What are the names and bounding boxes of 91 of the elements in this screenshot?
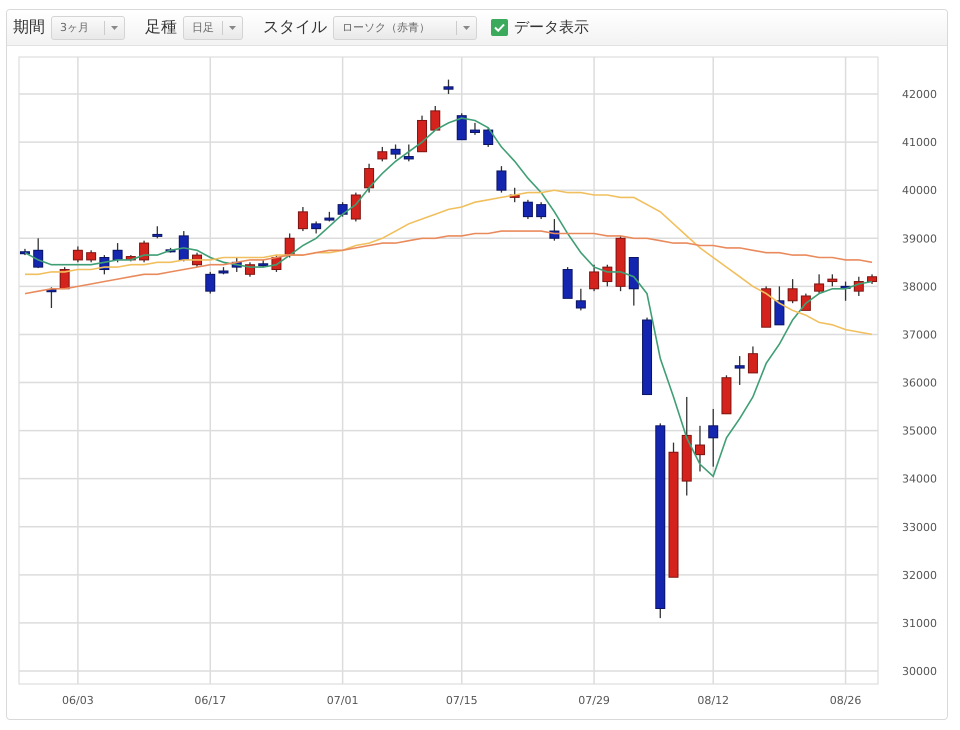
y-axis-label: 36000 (902, 376, 937, 390)
candlestick (774, 286, 784, 326)
candlestick (20, 248, 30, 256)
y-axis-label: 38000 (902, 280, 937, 294)
candlestick (258, 260, 268, 268)
field-label: 期間 (13, 17, 45, 38)
candlestick (112, 243, 123, 262)
candlestick (404, 144, 414, 162)
caret-icon (229, 26, 236, 30)
candlestick (390, 144, 401, 159)
candlestick (456, 113, 467, 140)
candlestick (854, 276, 864, 296)
candlestick (522, 200, 533, 220)
candlestick (549, 219, 560, 241)
x-axis-label: 07/15 (446, 694, 478, 707)
candlestick (350, 192, 361, 222)
candlestick (602, 264, 612, 286)
candlestick (178, 231, 189, 262)
candlestick (324, 212, 334, 222)
candlestick (510, 188, 520, 202)
candlestick (576, 288, 586, 310)
candlestick (444, 80, 454, 94)
y-axis-label: 34000 (902, 472, 937, 486)
candlestick (616, 236, 626, 292)
candlestick (166, 248, 176, 253)
candlestick (562, 267, 573, 299)
checkbox-label[interactable]: データ表示 (514, 18, 589, 37)
candlestick (364, 164, 374, 193)
y-axis-label: 35000 (902, 424, 937, 438)
candlestick (284, 233, 295, 258)
candlestick (589, 264, 600, 292)
candlestick (867, 274, 878, 284)
y-axis-label: 40000 (902, 184, 937, 198)
y-axis-label: 30000 (902, 665, 937, 678)
candlestick (72, 246, 83, 262)
candlestick (139, 240, 150, 262)
candlestick (721, 375, 732, 414)
candlestick (496, 166, 506, 193)
candlestick (470, 122, 480, 135)
candlestick (377, 146, 388, 162)
y-axis-label: 32000 (902, 568, 937, 582)
candlestick (748, 346, 758, 374)
field-label: スタイル (263, 17, 327, 38)
x-axis-label: 07/29 (578, 694, 610, 707)
candlestick (126, 255, 136, 262)
candlestick (311, 221, 322, 234)
candlestick (840, 282, 851, 301)
candlestick (628, 257, 639, 306)
candlestick (708, 408, 718, 467)
candlestick (46, 287, 56, 308)
candlestick (60, 267, 70, 290)
candlestick (483, 128, 494, 147)
candlestick (814, 274, 824, 294)
candlestick (86, 250, 96, 262)
candlestick (192, 252, 202, 268)
style-dropdown[interactable]: ローソク（赤青） (333, 16, 477, 40)
y-axis-label: 31000 (902, 616, 937, 630)
candlestick (218, 267, 228, 274)
checkbox[interactable] (491, 19, 508, 36)
period-dropdown[interactable]: 3ヶ月 (51, 16, 125, 40)
candlestick (734, 356, 745, 385)
candlestick (152, 226, 162, 238)
x-axis-label: 06/03 (62, 694, 94, 707)
candlestick (33, 238, 44, 268)
x-axis-label: 08/12 (697, 694, 730, 707)
candlestick (430, 106, 440, 131)
candlestick (761, 286, 772, 328)
x-axis-label: 06/17 (194, 694, 226, 707)
candlestick (338, 202, 348, 217)
caret-icon (463, 26, 470, 30)
y-axis-label: 42000 (902, 88, 937, 102)
y-axis-label: 33000 (902, 520, 937, 534)
x-axis-label: 07/01 (326, 694, 358, 707)
x-axis-label: 08/26 (830, 694, 862, 707)
caret-icon (111, 26, 118, 30)
candlestick (271, 255, 282, 272)
candlestick (205, 272, 216, 294)
candlestick (536, 202, 546, 220)
bar-type-dropdown[interactable]: 日足 (183, 16, 243, 40)
y-axis-label: 41000 (902, 136, 937, 150)
candlestick (788, 279, 798, 304)
candlestick (827, 274, 838, 286)
candlestick (694, 426, 705, 472)
candlestick (298, 207, 308, 232)
y-axis-label: 39000 (902, 232, 937, 246)
field-label: 足種 (145, 17, 177, 38)
candlestick (232, 258, 242, 272)
candlestick (244, 262, 255, 277)
y-axis-label: 37000 (902, 328, 937, 342)
candlestick (99, 255, 110, 274)
candlestick (417, 116, 428, 152)
